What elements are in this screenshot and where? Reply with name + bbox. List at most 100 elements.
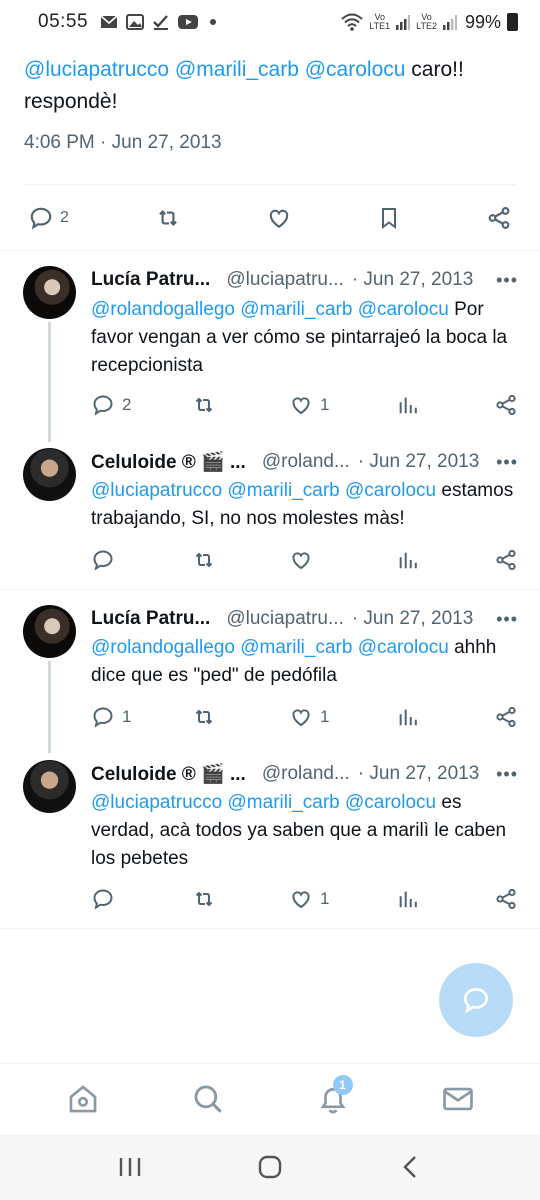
heart-icon [292,397,310,415]
like-button[interactable]: 1 [289,887,397,911]
avatar[interactable] [23,448,76,501]
reply-actions: 1 [91,885,518,913]
gallery-notification-icon [126,14,145,30]
section-separator [0,250,540,251]
post-date: · Jun 27, 2013 [351,269,474,290]
author-handle[interactable]: @roland... [262,451,350,473]
retweet-icon [158,209,177,227]
more-options-icon[interactable]: ••• [496,270,518,291]
main-tweet-mentions[interactable]: @luciapatrucco @marili_carb @carolocu [24,58,405,81]
share-button[interactable] [494,887,518,911]
reply-text: @rolandogallego @marili_carb @carolocu P… [91,296,520,380]
author-name[interactable]: Lucía Patru... [91,269,210,291]
retweet-button[interactable] [191,393,289,417]
main-retweet-button[interactable] [154,205,182,231]
more-notifications-dot [210,19,217,25]
thread-line [48,322,51,442]
share-button[interactable] [494,705,518,729]
main-like-button[interactable] [266,205,292,231]
reply-header: Celuloide ® 🎬 ... @roland... · Jun 27, 2… [91,760,518,788]
reply-button[interactable]: 2 [91,393,191,417]
views-button[interactable] [397,549,487,571]
back-button[interactable] [380,1142,440,1192]
post-date: · Jun 27, 2013 [357,451,480,472]
bottom-nav: 1 [0,1063,540,1133]
nav-home[interactable] [53,1069,113,1129]
main-reply-button[interactable]: 2 [28,205,69,231]
system-navigation-bar [0,1134,540,1200]
author-name[interactable]: Celuloide ® 🎬 ... [91,762,246,786]
recent-apps-button[interactable] [100,1142,160,1192]
views-icon [399,891,417,908]
views-button[interactable] [397,706,487,728]
retweet-button[interactable] [191,548,289,572]
sim1-label: Vo LTE1 [369,12,391,31]
retweet-icon [195,709,213,725]
nav-notifications[interactable]: 1 [303,1069,363,1129]
reply-text: @luciapatrucco @marili_carb @carolocu es… [91,477,520,533]
like-button[interactable]: 1 [289,393,397,417]
reply-icon [93,889,113,910]
like-button[interactable] [289,548,397,572]
share-icon [496,394,516,416]
retweet-button[interactable] [191,887,289,911]
views-button[interactable] [397,394,487,416]
reply-button[interactable] [91,887,191,911]
heart-icon [270,209,289,228]
retweet-button[interactable] [191,705,289,729]
share-button[interactable] [494,393,518,417]
notifications-badge: 1 [332,1074,353,1095]
heart-icon [292,552,310,570]
like-count: 1 [320,395,330,414]
reply-bubble-icon [463,987,489,1014]
more-options-icon[interactable]: ••• [496,609,518,630]
post-date: · Jun 27, 2013 [357,763,480,784]
reply-mentions[interactable]: @rolandogallego @marili_carb @carolocu [91,299,449,320]
youtube-notification-icon [178,15,199,29]
reply-mentions[interactable]: @rolandogallego @marili_carb @carolocu [91,637,449,658]
reply-icon [93,707,113,728]
more-options-icon[interactable]: ••• [496,452,518,473]
more-options-icon[interactable]: ••• [496,764,518,785]
reply-icon [30,207,52,230]
author-handle[interactable]: @luciapatru... [226,269,344,291]
status-system-icons: Vo LTE1 Vo LTE2 99% [341,12,518,33]
reply-icon [93,395,113,416]
post-date: · Jun 27, 2013 [351,608,474,629]
sim2-label: Vo LTE2 [416,12,437,31]
home-system-button[interactable] [240,1142,300,1192]
author-name[interactable]: Lucía Patru... [91,608,210,630]
mail-notification-icon [100,15,118,28]
reply-actions [91,546,518,574]
nav-messages[interactable] [428,1069,488,1129]
like-button[interactable]: 1 [289,705,397,729]
main-bookmark-button[interactable] [377,205,401,231]
share-button[interactable] [494,548,518,572]
main-reply-count: 2 [60,209,69,226]
check-notification-icon [153,15,169,30]
avatar[interactable] [23,760,76,813]
reply-button[interactable]: 1 [91,705,191,729]
nav-search[interactable] [178,1069,238,1129]
main-tweet-actions: 2 [0,196,540,240]
reply-mentions[interactable]: @luciapatrucco @marili_carb @carolocu [91,792,436,813]
battery-icon [507,13,518,31]
reply-button[interactable] [91,548,191,572]
main-share-button[interactable] [486,205,512,231]
author-handle[interactable]: @luciapatru... [226,608,344,630]
main-tweet-timestamp: 4:06 PM · Jun 27, 2013 [24,132,222,153]
views-button[interactable] [397,888,487,910]
retweet-icon [195,552,213,568]
reply-mentions[interactable]: @luciapatrucco @marili_carb @carolocu [91,480,436,501]
avatar[interactable] [23,266,76,319]
avatar[interactable] [23,605,76,658]
retweet-icon [195,891,213,907]
reply-header: Celuloide ® 🎬 ... @roland... · Jun 27, 2… [91,448,518,476]
bookmark-icon [382,208,397,229]
reply-text: @luciapatrucco @marili_carb @carolocu es… [91,789,520,873]
share-icon [496,549,516,571]
author-handle[interactable]: @roland... [262,763,350,785]
author-name[interactable]: Celuloide ® 🎬 ... [91,450,246,474]
share-icon [496,706,516,728]
compose-reply-button[interactable] [439,963,513,1037]
